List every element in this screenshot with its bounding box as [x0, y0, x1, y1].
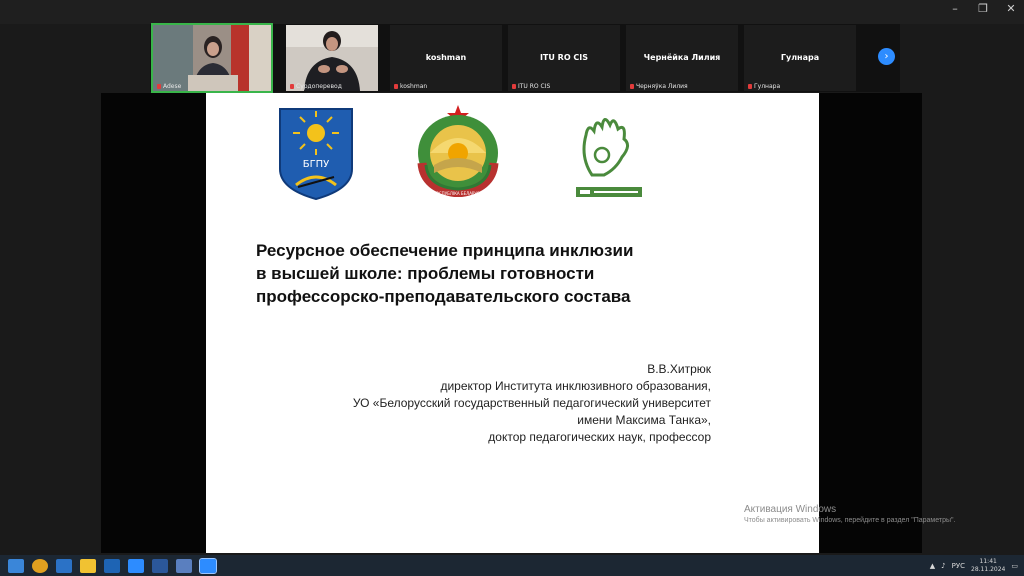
network-icon[interactable]: ▲ [930, 562, 935, 570]
mic-muted-icon [630, 84, 634, 89]
edge-icon[interactable] [56, 558, 72, 573]
participant-tile-gulnara[interactable]: Гулнара Гулнара [744, 25, 856, 91]
minimize-button[interactable]: – [948, 2, 962, 15]
participant-name: Чернёйка Лилия [643, 53, 721, 62]
maximize-button[interactable]: ❐ [976, 2, 990, 15]
outlook-icon[interactable] [104, 558, 120, 573]
volume-icon[interactable]: ♪ [941, 562, 945, 570]
slide-title-line: в высшей школе: проблемы готовности [256, 264, 595, 283]
mic-muted-icon [290, 84, 294, 89]
author-line: имени Максима Танка», [577, 413, 711, 427]
chevron-right-icon: › [884, 51, 889, 62]
close-button[interactable]: ✕ [1004, 2, 1018, 15]
window-titlebar: – ❐ ✕ [0, 0, 1024, 24]
zoom-icon[interactable] [128, 558, 144, 573]
participant-tile-cherneyka[interactable]: Чернёйка Лилия Черняўка Лилия [626, 25, 738, 91]
participant-label: Сурдоперевод [290, 83, 342, 90]
participant-video [153, 25, 271, 91]
mic-muted-icon [512, 84, 516, 89]
participant-label: ITU RO CIS [512, 83, 550, 90]
zoom-active-icon[interactable] [199, 557, 217, 574]
participant-label: Adese [157, 83, 181, 90]
svg-text:БГПУ: БГПУ [303, 159, 330, 170]
slide-title-line: профессорско-преподавательского состава [256, 287, 631, 306]
author-line: УО «Белорусский государственный педагоги… [352, 396, 711, 410]
chrome-icon[interactable] [32, 558, 48, 573]
participant-tile-sudo[interactable]: Сурдоперевод [286, 25, 378, 91]
participant-tile-itu[interactable]: ITU RO CIS ITU RO CIS [508, 25, 620, 91]
file-explorer-icon[interactable] [80, 558, 96, 573]
bgpu-logo-icon: БГПУ [279, 108, 353, 201]
svg-text:РЭСПУБЛIКА БЕЛАРУСЬ: РЭСПУБЛIКА БЕЛАРУСЬ [434, 191, 483, 196]
slide-author-block: В.В.Хитрюк директор Института инклюзивно… [353, 361, 711, 446]
participant-label: Черняўка Лилия [630, 83, 688, 90]
participant-name: ITU RO CIS [539, 53, 589, 62]
windows-activation-watermark: Активация Windows Чтобы активировать Win… [744, 504, 956, 524]
slide-title: Ресурсное обеспечение принципа инклюзии … [256, 239, 736, 308]
participant-name: Гулнара [780, 53, 820, 62]
mic-muted-icon [748, 84, 752, 89]
participant-tile-koshman[interactable]: koshman koshman [390, 25, 502, 91]
author-line: директор Института инклюзивного образова… [440, 379, 711, 393]
next-page-button[interactable]: › [878, 48, 895, 65]
author-line: доктор педагогических наук, профессор [488, 430, 711, 444]
presentation-slide: БГПУ РЭСПУБЛIКА БЕЛАРУСЬ Ресурсное обесп… [206, 93, 819, 553]
participant-video [286, 25, 378, 91]
mic-muted-icon [394, 84, 398, 89]
participant-label: koshman [394, 83, 427, 90]
mic-muted-icon [157, 84, 161, 89]
window-controls: – ❐ ✕ [948, 2, 1018, 15]
clock[interactable]: 11:41 28.11.2024 [971, 558, 1005, 574]
participant-tile-adese[interactable]: Adese [151, 23, 273, 93]
participant-gallery: Adese Сурдоперевод koshman koshman ITU R… [150, 23, 900, 93]
word-icon[interactable] [152, 558, 168, 573]
notification-icon[interactable]: ▭ [1011, 562, 1018, 570]
inclusive-education-logo-icon [576, 118, 642, 197]
app-icon[interactable] [176, 558, 192, 573]
participant-label: Гулнара [748, 83, 780, 90]
system-tray: ▲ ♪ РУС 11:41 28.11.2024 ▭ [930, 555, 1018, 576]
participant-name: koshman [425, 53, 467, 62]
slide-title-line: Ресурсное обеспечение принципа инклюзии [256, 241, 634, 260]
author-line: В.В.Хитрюк [647, 362, 711, 376]
language-indicator[interactable]: РУС [952, 562, 965, 570]
windows-start-icon[interactable] [8, 558, 24, 573]
taskbar: ▲ ♪ РУС 11:41 28.11.2024 ▭ [0, 555, 1024, 576]
state-emblem-icon: РЭСПУБЛIКА БЕЛАРУСЬ [417, 105, 499, 197]
